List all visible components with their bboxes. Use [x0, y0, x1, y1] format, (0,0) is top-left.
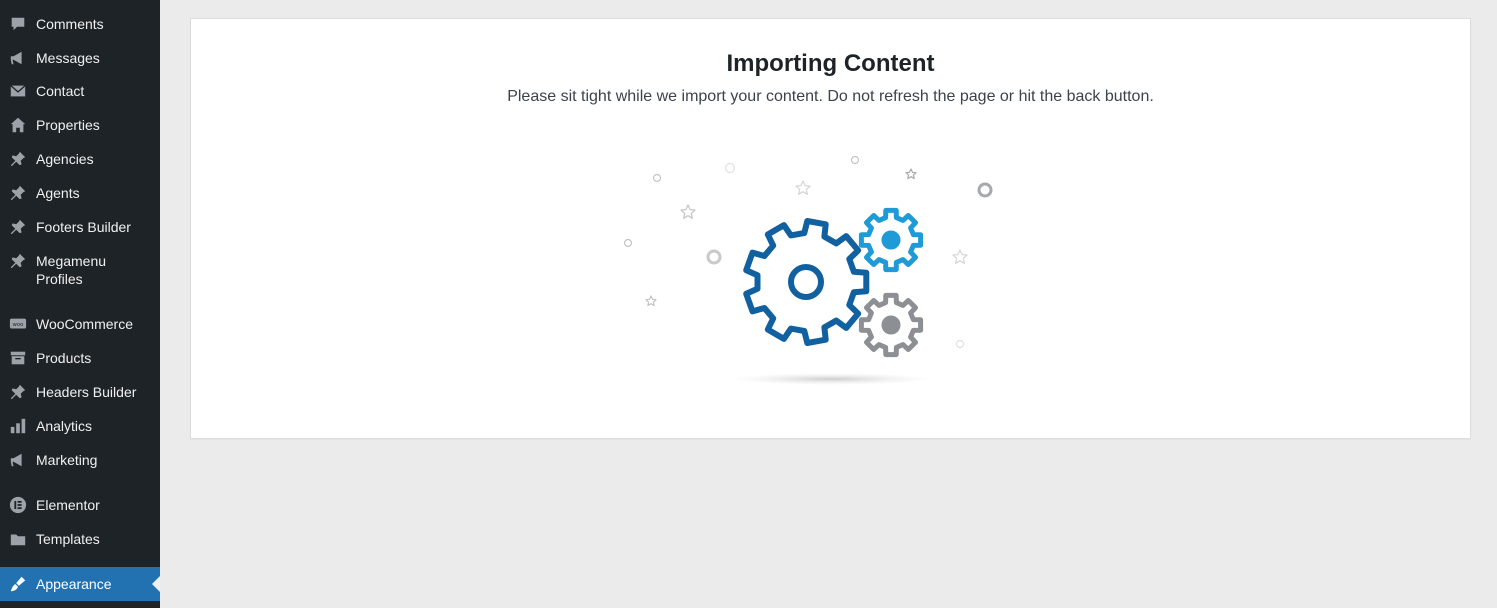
ground-shadow	[731, 373, 931, 385]
sidebar-item-label: Marketing	[36, 452, 98, 468]
gear-hub	[881, 230, 901, 250]
page-subtitle: Please sit tight while we import your co…	[507, 88, 1154, 105]
gears-illustration	[623, 155, 993, 385]
megaphone-icon	[9, 49, 27, 67]
sidebar-item-label: Products	[36, 350, 92, 366]
sidebar-item-appearance[interactable]: Appearance	[0, 567, 160, 601]
sidebar-item-label: Elementor	[36, 497, 100, 513]
sidebar-item-elementor[interactable]: Elementor	[0, 496, 160, 514]
pushpin-icon	[9, 184, 27, 202]
sidebar-item-contact[interactable]: Contact	[0, 82, 160, 100]
sidebar-item-megamenu-profiles[interactable]: Megamenu Profiles	[0, 252, 130, 288]
sidebar-item-footers-builder[interactable]: Footers Builder	[0, 218, 160, 236]
sidebar-item-label: Analytics	[36, 418, 93, 434]
woocommerce-icon: woo	[9, 315, 27, 333]
pushpin-icon	[9, 252, 27, 270]
sidebar-item-headers-builder[interactable]: Headers Builder	[0, 383, 160, 401]
house-icon	[9, 116, 27, 134]
sidebar-item-label: Properties	[36, 117, 100, 133]
sidebar-item-messages[interactable]: Messages	[0, 49, 160, 67]
sidebar-item-analytics[interactable]: Analytics	[0, 417, 160, 435]
sidebar-item-label: WooCommerce	[36, 316, 133, 332]
gear-hub	[881, 315, 901, 335]
sidebar-item-label: Agencies	[36, 151, 94, 167]
gray-gear-icon	[858, 292, 924, 358]
envelope-icon	[9, 82, 27, 100]
sidebar-item-label: Footers Builder	[36, 219, 131, 235]
sidebar-item-label: Contact	[36, 83, 85, 99]
pushpin-icon	[9, 218, 27, 236]
sidebar-item-comments[interactable]: Comments	[0, 15, 160, 33]
blue-gear-icon	[858, 207, 924, 273]
sidebar-item-templates[interactable]: Templates	[0, 530, 160, 548]
archive-box-icon	[9, 349, 27, 367]
comment-bubble-icon	[9, 15, 27, 33]
bar-chart-icon	[9, 417, 27, 435]
elementor-icon	[9, 496, 27, 514]
sidebar-item-agents[interactable]: Agents	[0, 184, 160, 202]
sidebar-item-agencies[interactable]: Agencies	[0, 150, 160, 168]
folder-icon	[9, 530, 27, 548]
pushpin-icon	[9, 383, 27, 401]
sidebar-item-label: Headers Builder	[36, 384, 137, 400]
svg-text:woo: woo	[13, 322, 24, 328]
admin-sidebar: Comments Messages Contact Properties Age…	[0, 0, 160, 608]
sidebar-item-label: Agents	[36, 185, 80, 201]
sidebar-item-woocommerce[interactable]: woo WooCommerce	[0, 315, 160, 333]
import-panel: Importing Content Please sit tight while…	[190, 18, 1471, 439]
sidebar-item-label: Megamenu Profiles	[36, 253, 107, 287]
sidebar-item-label: Appearance	[36, 576, 112, 592]
sidebar-item-marketing[interactable]: Marketing	[0, 451, 160, 469]
sidebar-item-label: Messages	[36, 50, 100, 66]
sidebar-item-properties[interactable]: Properties	[0, 116, 160, 134]
paintbrush-icon	[9, 575, 27, 593]
sidebar-item-products[interactable]: Products	[0, 349, 160, 367]
gear-hub	[788, 264, 824, 300]
sidebar-item-label: Comments	[36, 16, 104, 32]
sidebar-item-label: Templates	[36, 531, 100, 547]
large-gear-icon	[743, 218, 870, 346]
active-indicator-arrow	[152, 576, 160, 592]
megaphone-icon	[9, 451, 27, 469]
pushpin-icon	[9, 150, 27, 168]
page-title: Importing Content	[726, 50, 935, 77]
